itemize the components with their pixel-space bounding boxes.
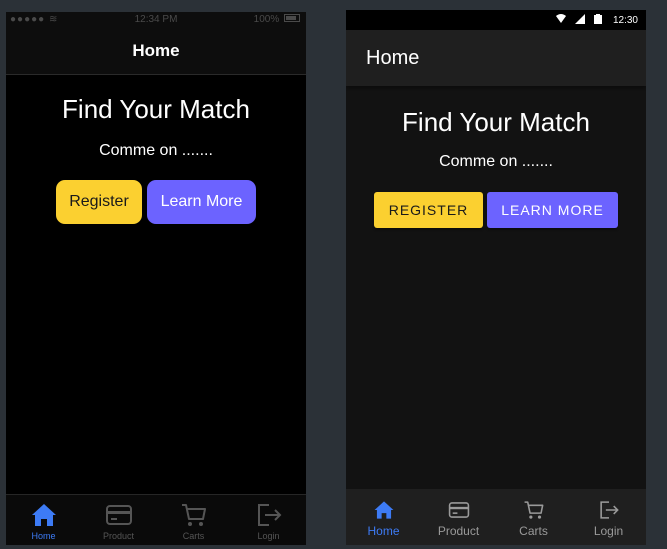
- tab-label: Login: [257, 531, 280, 541]
- tab-carts[interactable]: Carts: [156, 495, 231, 545]
- tab-label: Carts: [519, 524, 548, 538]
- tab-label: Carts: [182, 531, 205, 541]
- ios-phone-screen: ●●●●● ≋ 12:34 PM 100% Home Find Your Mat…: [6, 12, 306, 545]
- status-icons: [550, 14, 602, 25]
- signal-icon: [575, 14, 586, 25]
- status-time: 12:30: [612, 15, 638, 26]
- tab-label: Home: [31, 531, 56, 541]
- hero-subtitle: Comme on .......: [99, 142, 213, 159]
- wifi-icon: [556, 14, 567, 24]
- cart-icon: [181, 504, 206, 526]
- login-icon: [599, 501, 619, 519]
- tab-login[interactable]: Login: [571, 489, 646, 545]
- ios-status-bar: ●●●●● ≋ 12:34 PM 100%: [6, 12, 306, 28]
- hero-title: Find Your Match: [62, 94, 250, 124]
- page-title: Home: [132, 41, 180, 60]
- learn-more-button[interactable]: LEARN MORE: [487, 192, 618, 228]
- home-icon: [31, 504, 56, 526]
- android-phone-screen: 12:30 Home Find Your Match Comme on ....…: [346, 10, 646, 545]
- register-button[interactable]: Register: [56, 180, 142, 224]
- tab-product[interactable]: Product: [81, 495, 156, 545]
- tab-product[interactable]: Product: [421, 489, 496, 545]
- hero-subtitle: Comme on .......: [439, 153, 553, 170]
- tab-label: Product: [437, 524, 480, 538]
- tab-label: Product: [102, 531, 135, 541]
- card-icon: [105, 505, 132, 525]
- cart-icon: [524, 501, 543, 519]
- login-icon: [257, 504, 281, 526]
- android-status-bar: 12:30: [346, 10, 646, 30]
- battery-icon: [284, 14, 300, 23]
- tab-label: Home: [367, 524, 400, 538]
- tab-carts[interactable]: Carts: [496, 489, 571, 545]
- register-button[interactable]: REGISTER: [374, 192, 483, 228]
- ios-nav-header: Home: [6, 28, 306, 75]
- android-app-bar: Home: [346, 30, 646, 86]
- page-title: Home: [366, 47, 420, 69]
- learn-more-button[interactable]: Learn More: [147, 180, 256, 224]
- android-bottom-nav: Home Product Carts Login: [346, 489, 646, 545]
- battery-icon: [594, 14, 602, 25]
- battery-indicator: 100%: [254, 14, 300, 25]
- ios-tab-bar: Home Product Carts Login: [6, 494, 306, 545]
- tab-home[interactable]: Home: [346, 489, 421, 545]
- tab-login[interactable]: Login: [231, 495, 306, 545]
- home-icon: [374, 501, 393, 519]
- tab-label: Login: [593, 524, 624, 538]
- battery-level: 100%: [253, 14, 280, 25]
- tab-home[interactable]: Home: [6, 495, 81, 545]
- hero-title: Find Your Match: [402, 107, 590, 137]
- card-icon: [448, 502, 469, 518]
